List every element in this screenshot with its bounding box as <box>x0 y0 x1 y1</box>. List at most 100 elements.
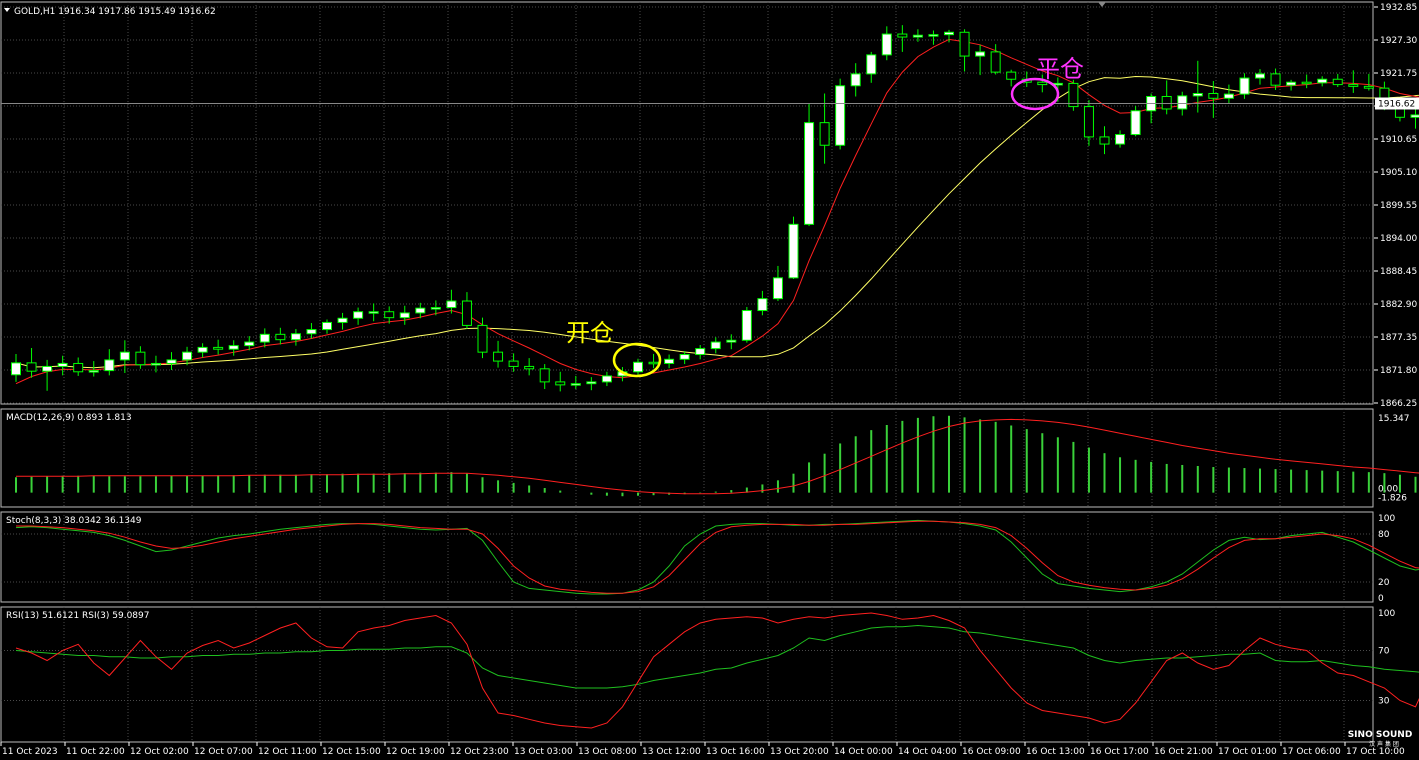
candle-body-bull[interactable] <box>912 34 923 38</box>
candle-body-bear[interactable] <box>477 324 488 353</box>
candle-body-bear[interactable] <box>555 381 566 386</box>
candle-body-bull[interactable] <box>446 300 457 309</box>
candle-body-bull[interactable] <box>42 365 53 372</box>
candle-body-bull[interactable] <box>1115 134 1126 145</box>
candle-body-bear[interactable] <box>990 51 1001 73</box>
candle-body-bull[interactable] <box>1317 78 1328 84</box>
candle-body-bear[interactable] <box>1270 73 1281 86</box>
candle-body-bull[interactable] <box>337 317 348 323</box>
candle-body-bull[interactable] <box>788 223 799 279</box>
candle-body-bear[interactable] <box>524 365 535 370</box>
time-tick-label: 11 Oct 2023 <box>2 747 58 757</box>
candle-body-bull[interactable] <box>415 307 426 314</box>
candle-body-bull[interactable] <box>182 351 193 361</box>
time-tick-label: 13 Oct 03:00 <box>514 747 573 757</box>
trading-chart[interactable]: 1932.851927.301921.751916.201910.651905.… <box>0 0 1419 760</box>
candle-body-bull[interactable] <box>322 321 332 331</box>
candle-body-bear[interactable] <box>1301 81 1312 85</box>
candle-body-bull[interactable] <box>570 383 581 386</box>
candle-body-bull[interactable] <box>1177 95 1188 110</box>
candle-body-bear[interactable] <box>959 31 970 57</box>
candle-body-bull[interactable] <box>290 333 301 341</box>
time-tick-label: 12 Oct 19:00 <box>386 747 445 757</box>
candle-body-bull[interactable] <box>944 31 954 36</box>
candle-body-bull[interactable] <box>150 362 161 366</box>
candle-body-bear[interactable] <box>135 351 146 366</box>
candle-body-bear[interactable] <box>1208 93 1219 99</box>
candle-body-bull[interactable] <box>679 354 690 360</box>
candle-body-bear[interactable] <box>508 360 519 367</box>
candle-body-bear[interactable] <box>1332 78 1343 86</box>
stoch-axis-label: 100 <box>1378 514 1395 524</box>
candle-body-bull[interactable] <box>601 375 612 383</box>
candle-body-bull[interactable] <box>399 312 410 319</box>
candle-body-bull[interactable] <box>726 339 737 343</box>
candle-body-bull[interactable] <box>353 311 364 319</box>
candle-body-bear[interactable] <box>1006 71 1017 80</box>
candle-body-bull[interactable] <box>306 329 317 335</box>
candle-body-bull[interactable] <box>228 345 239 350</box>
candle-body-bull[interactable] <box>259 333 270 343</box>
candle-body-bull[interactable] <box>850 73 861 87</box>
candle-body-bear[interactable] <box>1348 84 1359 87</box>
candle-body-bear[interactable] <box>1083 106 1094 138</box>
candle-body-bear[interactable] <box>493 351 504 362</box>
candle-body-bull[interactable] <box>1223 93 1234 99</box>
candle-body-bear[interactable] <box>73 362 84 373</box>
candle-body-bull[interactable] <box>1239 77 1250 95</box>
candle-body-bull[interactable] <box>586 381 597 385</box>
price-tick-label: 1910.65 <box>1380 135 1417 145</box>
candle-body-bear[interactable] <box>539 368 550 383</box>
candle-body-bull[interactable] <box>244 341 255 347</box>
candle-body-bull[interactable] <box>430 307 441 310</box>
candle-body-bear[interactable] <box>1363 85 1374 89</box>
macd-axis-label: 15.347 <box>1378 414 1410 424</box>
candle-body-bull[interactable] <box>772 277 783 300</box>
candle-body-bull[interactable] <box>166 359 177 364</box>
candle-body-bull[interactable] <box>710 341 721 350</box>
candle-body-bull[interactable] <box>664 358 675 364</box>
candle-body-bull[interactable] <box>1410 114 1419 118</box>
candle-body-bear[interactable] <box>461 300 472 326</box>
candle-body-bull[interactable] <box>1192 93 1203 97</box>
candle-body-bear[interactable] <box>213 346 224 350</box>
stoch-axis-label: 20 <box>1378 578 1390 588</box>
candle-body-bull[interactable] <box>975 51 986 57</box>
candle-body-bull[interactable] <box>197 346 208 353</box>
candle-body-bear[interactable] <box>26 362 37 372</box>
candle-body-bull[interactable] <box>1130 110 1141 136</box>
candle-body-bull[interactable] <box>695 348 706 356</box>
stoch-axis-label: 0 <box>1378 594 1384 604</box>
candle-body-bear[interactable] <box>648 361 659 365</box>
candle-body-bull[interactable] <box>757 298 768 312</box>
candle-body-bear[interactable] <box>1099 136 1110 145</box>
candle-body-bull[interactable] <box>1255 73 1265 79</box>
candle-body-bear[interactable] <box>897 33 908 38</box>
candle-body-bear[interactable] <box>819 122 830 146</box>
symbol-info-label: GOLD,H1 1916.34 1917.86 1915.49 1916.62 <box>14 7 216 17</box>
candle-body-bull[interactable] <box>633 361 643 373</box>
candle-body-bull[interactable] <box>835 85 846 146</box>
candle-body-bull[interactable] <box>928 34 939 37</box>
price-tick-label: 1927.30 <box>1380 36 1417 46</box>
candle-body-bull[interactable] <box>57 362 68 367</box>
price-tick-label: 1899.55 <box>1380 201 1417 211</box>
candle-body-bull[interactable] <box>1286 81 1297 86</box>
candle-body-bear[interactable] <box>275 333 286 341</box>
candle-body-bear[interactable] <box>1161 95 1172 110</box>
time-tick-label: 13 Oct 20:00 <box>770 747 829 757</box>
candle-body-bull[interactable] <box>804 122 815 225</box>
time-tick-label: 17 Oct 10:00 <box>1346 747 1405 757</box>
time-tick-label: 16 Oct 13:00 <box>1026 747 1085 757</box>
candle-body-bull[interactable] <box>368 311 379 314</box>
candle-body-bull[interactable] <box>104 359 115 372</box>
close-position-label: 平仓 <box>1036 55 1084 83</box>
candle-body-bull[interactable] <box>119 351 130 361</box>
candle-body-bull[interactable] <box>881 33 892 56</box>
rsi-axis-label: 30 <box>1378 697 1390 707</box>
candle-body-bull[interactable] <box>866 54 877 75</box>
candle-body-bear[interactable] <box>384 311 395 319</box>
candle-body-bull[interactable] <box>741 310 752 341</box>
candle-body-bull[interactable] <box>88 370 99 373</box>
candle-body-bull[interactable] <box>11 362 21 376</box>
